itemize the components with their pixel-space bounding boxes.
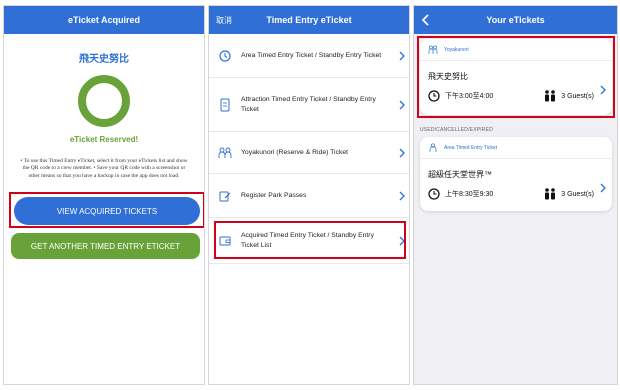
eticket-card[interactable]: Area Timed Entry Ticket 超級任天堂世界™ 上午8:30至… (420, 137, 612, 211)
timed-entry-title: Timed Entry eTicket (266, 15, 352, 25)
chevron-right-icon (395, 191, 409, 201)
ticket-icon (215, 98, 235, 112)
people-icon (215, 147, 235, 159)
clock-icon (215, 49, 235, 62)
card-type-label: Area Timed Entry Ticket (444, 144, 498, 151)
chevron-right-icon (395, 51, 409, 61)
menu-item-yoyakunori[interactable]: Yoyakunori (Reserve & Ride) Ticket (209, 132, 409, 174)
card-type-row: Area Timed Entry Ticket (420, 137, 612, 159)
menu-item-label: Attraction Timed Entry Ticket / Standby … (241, 96, 376, 113)
acquired-header: eTicket Acquired (4, 6, 204, 34)
reserved-status: eTicket Reserved! (69, 135, 139, 144)
chevron-right-icon (395, 100, 409, 110)
menu-item-label: Register Park Passes (241, 191, 307, 199)
ride-name: 飛天史努比 (79, 54, 129, 65)
clock-icon (428, 188, 440, 200)
card-guest-count: 3 Guest(s) (561, 190, 594, 198)
menu-item-area-ticket[interactable]: Area Timed Entry Ticket / Standby Entry … (209, 34, 409, 78)
card-guests: 3 Guest(s) (543, 188, 594, 200)
pass-icon (215, 190, 235, 202)
acquired-screen: eTicket Acquired 飛天史努比 eTicket Reserved!… (3, 5, 205, 385)
back-chevron-icon[interactable] (419, 13, 433, 27)
highlight-box (417, 36, 615, 118)
person-icon (429, 142, 437, 152)
card-details-row: 上午8:30至9:30 3 Guest(s) (428, 188, 612, 200)
menu-item-label: Area Timed Entry Ticket / Standby Entry … (241, 51, 382, 59)
menu-item-attraction-ticket[interactable]: Attraction Timed Entry Ticket / Standby … (209, 78, 409, 132)
card-time: 上午8:30至9:30 (445, 191, 494, 198)
guests-icon (545, 188, 556, 200)
your-etickets-screen: Your eTickets Yoyakunori 飛天史努比 下午3:00至4:… (413, 5, 618, 385)
etickets-header: Your eTickets (414, 6, 617, 34)
etickets-title: Your eTickets (486, 15, 545, 25)
usage-note: • To use this Timed Entry eTicket, selec… (20, 158, 188, 179)
chevron-right-icon (600, 183, 606, 193)
success-ring-icon (78, 75, 130, 127)
acquired-title: eTicket Acquired (67, 15, 141, 25)
get-another-ticket-button[interactable]: GET ANOTHER TIMED ENTRY ETICKET (11, 233, 200, 259)
menu-item-label: Yoyakunori (Reserve & Ride) Ticket (241, 148, 349, 156)
section-label-used: USED/CANCELLED/EXPIRED (420, 127, 494, 133)
chevron-right-icon (395, 148, 409, 158)
menu-item-register-passes[interactable]: Register Park Passes (209, 174, 409, 218)
timed-entry-header: 取消 Timed Entry eTicket (209, 6, 409, 34)
highlight-box (214, 221, 406, 259)
highlight-box (9, 192, 204, 228)
cancel-link[interactable]: 取消 (216, 15, 232, 26)
card-attraction-name: 超級任天堂世界™ (428, 170, 492, 179)
timed-entry-screen: 取消 Timed Entry eTicket Area Timed Entry … (208, 5, 410, 385)
